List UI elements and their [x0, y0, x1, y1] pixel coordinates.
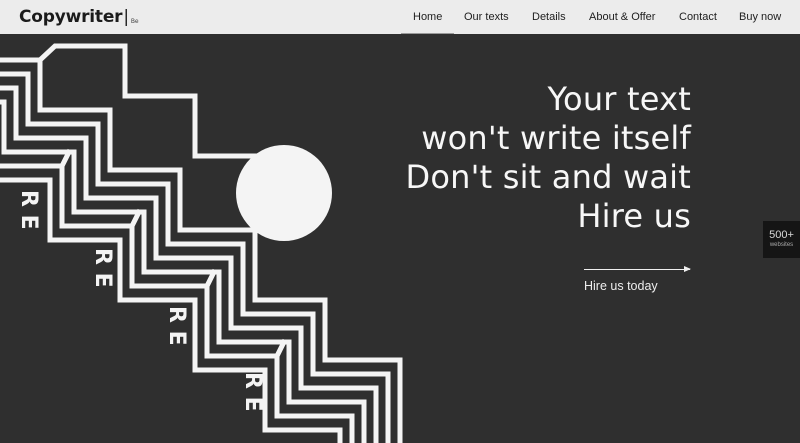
- nav-item-contact[interactable]: Contact: [679, 0, 717, 34]
- hero-line-2: won't write itself: [421, 119, 691, 157]
- badge-count: 500+: [769, 229, 794, 241]
- hero-line-1: Your text: [547, 80, 691, 118]
- cta-arrow-line: [584, 269, 690, 270]
- nav-item-our-texts[interactable]: Our texts: [464, 0, 509, 34]
- hero-line-3: Don't sit and wait: [405, 158, 691, 196]
- badge-label: websites: [769, 242, 794, 248]
- svg-text:R E: R E: [90, 248, 115, 288]
- svg-text:R E: R E: [164, 306, 189, 346]
- hero-circle: [236, 145, 332, 241]
- svg-text:R E: R E: [240, 372, 265, 412]
- nav-links: Home Our texts Details About & Offer Con…: [0, 0, 800, 34]
- arrow-right-icon: [684, 266, 691, 272]
- hero-headline: Your text won't write itself Don't sit a…: [406, 80, 692, 236]
- nav-item-buy-now[interactable]: Buy now: [739, 0, 781, 34]
- nav-item-about-offer[interactable]: About & Offer: [589, 0, 655, 34]
- svg-text:R E: R E: [16, 190, 41, 230]
- websites-count-badge[interactable]: 500+ websites: [763, 221, 800, 258]
- hero-line-4: Hire us: [577, 197, 691, 235]
- nav-item-home[interactable]: Home: [400, 0, 455, 34]
- nav-item-details[interactable]: Details: [532, 0, 566, 34]
- top-nav-bar: Copywriter| Be Home Our texts Details Abo…: [0, 0, 800, 34]
- hire-us-today-link[interactable]: Hire us today: [584, 279, 658, 293]
